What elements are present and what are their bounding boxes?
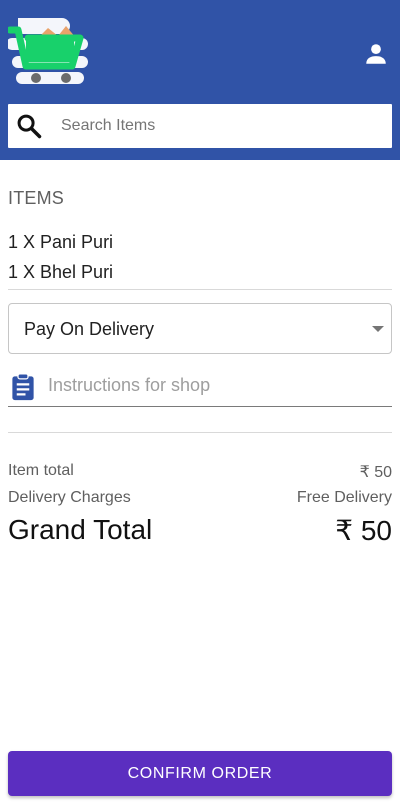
shopping-cart-logo-icon[interactable]: [8, 12, 90, 92]
delivery-charges-label: Delivery Charges: [8, 489, 131, 506]
search-input[interactable]: [61, 104, 392, 148]
order-item: 1 X Bhel Puri: [8, 262, 114, 282]
person-icon[interactable]: [363, 41, 389, 67]
app-header: [0, 0, 400, 160]
search-icon[interactable]: [15, 112, 43, 140]
grand-total-label: Grand Total: [8, 514, 153, 545]
confirm-order-button[interactable]: CONFIRM ORDER: [8, 751, 392, 796]
grand-total-value: ₹ 50: [335, 515, 392, 546]
delivery-charges-value: Free Delivery: [296, 489, 392, 506]
instructions-input[interactable]: [48, 368, 388, 402]
payment-method-select[interactable]: Pay On Delivery: [8, 303, 392, 354]
instructions-field: [8, 364, 392, 407]
items-section-title: ITEMS: [8, 188, 65, 208]
item-total-label: Item total: [8, 462, 74, 479]
search-bar: [8, 104, 392, 148]
order-item: 1 X Pani Puri: [8, 232, 114, 252]
dropdown-arrow-icon: [372, 326, 384, 332]
clipboard-icon: [12, 373, 34, 401]
payment-method-value: Pay On Delivery: [24, 319, 155, 339]
item-total-value: ₹ 50: [359, 464, 392, 481]
items-divider: [8, 289, 392, 290]
summary-divider: [8, 432, 392, 433]
